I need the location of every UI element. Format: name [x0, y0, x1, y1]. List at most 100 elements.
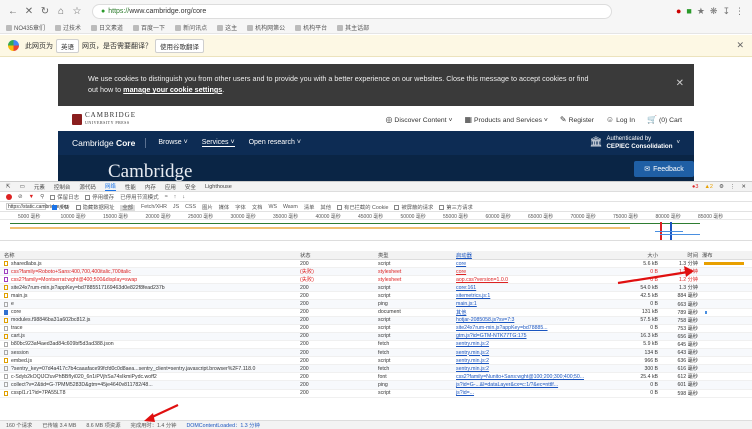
request-name[interactable]: css?family=Roboto+Sans:400,700,400italic…: [0, 269, 298, 275]
network-control-option[interactable]: 已停用节流模式: [120, 193, 159, 201]
request-initiator[interactable]: site24x7rum-min.js?appKey=bd78885...: [454, 325, 584, 331]
download-icon[interactable]: ↧: [722, 6, 730, 17]
request-name[interactable]: csspl1.r1?id=7PA55LT8: [0, 390, 298, 396]
bookmark-item[interactable]: 这主: [217, 23, 237, 32]
discover-content-menu[interactable]: ◎ Discover Content ˅: [385, 115, 452, 124]
download-icon[interactable]: ↓: [182, 194, 185, 200]
extension-icon[interactable]: ●: [676, 6, 681, 17]
resource-type-filter[interactable]: 文档: [252, 203, 263, 211]
request-name[interactable]: collect?v=2&tid=G-7PMM5283D&gtm=45je4640…: [0, 382, 298, 388]
request-initiator[interactable]: core: [454, 261, 584, 267]
resource-type-filter[interactable]: 媒体: [219, 203, 230, 211]
devtools-tab[interactable]: 控制台: [54, 183, 71, 191]
core-nav-item[interactable]: Services ˅: [201, 139, 235, 147]
extension-icon[interactable]: ■: [686, 6, 691, 17]
cookie-settings-link[interactable]: manage your cookie settings: [123, 85, 222, 94]
filter-option[interactable]: 第三方请求: [439, 203, 473, 211]
bookmark-item[interactable]: 机构平台: [295, 23, 327, 32]
close-icon[interactable]: ✕: [741, 184, 746, 190]
table-row[interactable]: core 200 document 其他 131 kB 789 毫秒: [0, 309, 752, 317]
table-row[interactable]: css2?family=Montserrat:wght@400;500&disp…: [0, 276, 752, 285]
close-icon[interactable]: ✕: [736, 40, 744, 51]
resource-type-filter[interactable]: JS: [173, 204, 179, 210]
network-control-option[interactable]: 保留日志: [50, 193, 79, 201]
table-row[interactable]: embed.js 200 script sentry.min.js:2 966 B 636…: [0, 357, 752, 366]
menu-icon[interactable]: ⋮: [735, 6, 744, 17]
resource-type-filter[interactable]: 字体: [235, 203, 246, 211]
bookmark-item[interactable]: NO435章们: [6, 23, 45, 32]
device-icon[interactable]: ▭: [20, 184, 25, 190]
checkbox[interactable]: [337, 204, 343, 210]
more-icon[interactable]: ⋮: [730, 184, 736, 190]
bookmark-item[interactable]: 日文素道: [91, 23, 123, 32]
error-count[interactable]: ●3: [692, 184, 698, 190]
cambridge-core-logo[interactable]: Cambridge Core: [72, 138, 147, 148]
resource-type-filter[interactable]: Wasm: [283, 204, 298, 210]
star-icon[interactable]: ☆: [70, 4, 84, 18]
devtools-tab[interactable]: 安全: [185, 183, 196, 191]
table-row[interactable]: c-Sdyb2kOQlJCfuvPhBBfIyi020_6n1iPVjhSa74…: [0, 373, 752, 382]
request-name[interactable]: e: [0, 301, 298, 307]
source-language-button[interactable]: 英语: [56, 38, 79, 53]
wifi-icon[interactable]: ≈: [165, 194, 168, 200]
request-initiator[interactable]: js?id=G-...&l=dataLayer&cx=c:1/?&ec=nttl…: [454, 382, 584, 388]
table-row[interactable]: trace 200 script site24x7rum-min.js?appKey=…: [0, 325, 752, 333]
request-name[interactable]: main.js: [0, 293, 298, 299]
table-row[interactable]: modules.f98846ba31a602bc812.js 200 script h…: [0, 316, 752, 325]
request-initiator[interactable]: sentry.min.js:2: [454, 350, 584, 356]
filter-option[interactable]: 全部: [120, 203, 136, 211]
devtools-tab[interactable]: Lighthouse: [205, 184, 232, 190]
gear-icon[interactable]: ⚙: [719, 184, 724, 190]
filter-icon[interactable]: ▼: [29, 194, 34, 200]
feedback-button[interactable]: ✉ Feedback: [634, 161, 694, 177]
table-row[interactable]: sharedlabs.js 200 script core 5.6 kB 1.3 分钟: [0, 260, 752, 269]
devtools-tab[interactable]: 应用: [165, 183, 176, 191]
request-initiator[interactable]: hotjar-2085058.js?sv=7:3: [454, 317, 584, 323]
register-link[interactable]: ✎ Register: [560, 115, 594, 124]
request-name[interactable]: modules.f98846ba31a602bc812.js: [0, 317, 298, 323]
devtools-tab[interactable]: 元素: [34, 183, 45, 191]
request-initiator[interactable]: js?id=...: [454, 390, 584, 396]
resource-type-filter[interactable]: 图片: [202, 203, 213, 211]
filter-option[interactable]: 隐藏数据网址: [75, 203, 114, 211]
request-initiator[interactable]: main.js:1: [454, 301, 584, 307]
login-link[interactable]: ☺ Log In: [606, 115, 635, 124]
filter-input[interactable]: https://static.cambridge.org: [6, 203, 68, 210]
checkbox[interactable]: [85, 194, 91, 200]
bookmark-item[interactable]: 其主话部: [337, 23, 369, 32]
bookmark-item[interactable]: 过技术: [55, 23, 81, 32]
table-row[interactable]: collect?v=2&tid=G-7PMM5283D&gtm=45je4640…: [0, 381, 752, 390]
column-header[interactable]: 时间: [662, 251, 702, 259]
request-name[interactable]: b80bc923af4aed3ad84c609bf5d3ad388.json: [0, 341, 298, 347]
core-nav-item[interactable]: Open research ˅: [249, 139, 301, 147]
filter-option[interactable]: 有已拦截的 Cookie: [337, 203, 388, 211]
request-initiator[interactable]: core:161: [454, 285, 584, 291]
translate-button[interactable]: 使用谷歌翻译: [155, 38, 204, 53]
search-icon[interactable]: ⚲: [40, 194, 44, 200]
resource-type-filter[interactable]: CSS: [185, 204, 196, 210]
request-initiator[interactable]: sitemetrics.js:1: [454, 293, 584, 299]
puzzle-icon[interactable]: ❋: [710, 6, 718, 17]
resource-type-filter[interactable]: 清单: [304, 203, 315, 211]
request-name[interactable]: trace: [0, 325, 298, 331]
bookmark-item[interactable]: 机构网第公: [247, 23, 285, 32]
table-row[interactable]: main.js 200 script sitemetrics.js:1 42.5 kB 8…: [0, 292, 752, 301]
inspect-icon[interactable]: ⇱: [6, 184, 11, 190]
request-name[interactable]: ?sentry_key=07d4a417c7b4caaaface99fcfd0c…: [0, 366, 298, 372]
products-services-menu[interactable]: ▦ Products and Services ˅: [464, 115, 547, 124]
home-icon[interactable]: ⌂: [54, 4, 68, 18]
cambridge-logo[interactable]: CAMBRIDGE UNIVERSITY PRESS: [72, 112, 136, 126]
column-header[interactable]: 状态: [298, 251, 376, 259]
table-row[interactable]: b80bc923af4aed3ad84c609bf5d3ad388.json 20…: [0, 341, 752, 350]
request-name[interactable]: session: [0, 350, 298, 356]
clear-icon[interactable]: ⊘: [18, 194, 23, 200]
request-initiator[interactable]: sentry.min.js:2: [454, 341, 584, 347]
request-name[interactable]: core: [0, 309, 298, 315]
bookmark-item[interactable]: 百度一下: [133, 23, 165, 32]
checkbox[interactable]: [394, 204, 400, 210]
table-row[interactable]: e 200 ping main.js:1 0 B 663 毫秒: [0, 300, 752, 309]
request-name[interactable]: css2?family=Montserrat:wght@400;500&disp…: [0, 277, 298, 283]
upload-icon[interactable]: ↑: [174, 194, 177, 200]
devtools-tab[interactable]: 性能: [125, 183, 136, 191]
request-initiator[interactable]: sentry.min.js:2: [454, 358, 584, 364]
